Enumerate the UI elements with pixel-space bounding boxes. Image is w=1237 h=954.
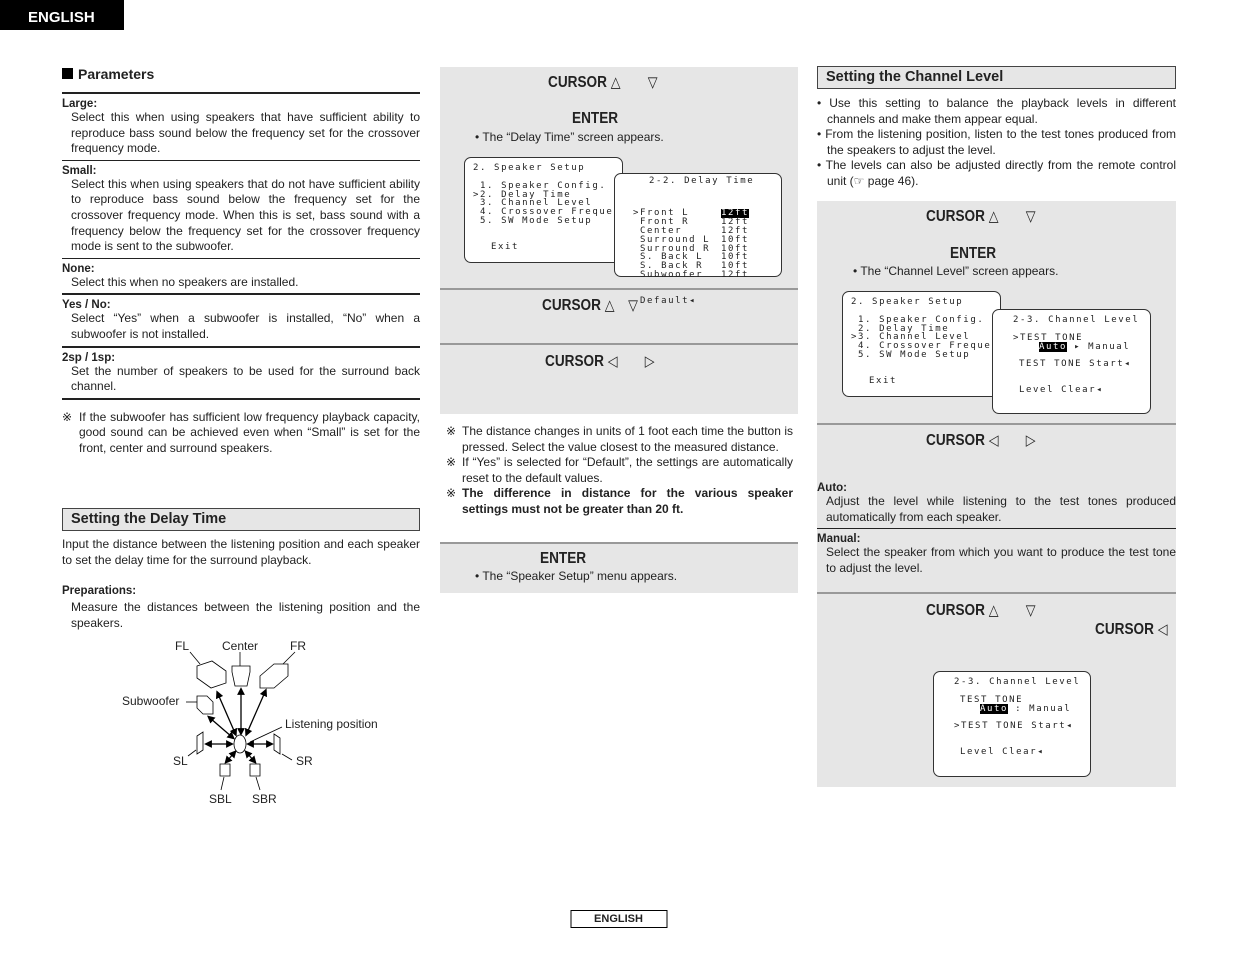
center-speaker-icon	[231, 665, 251, 687]
down-arrow-icon: ▽	[1025, 602, 1036, 619]
step4-bullet: • The “Speaker Setup” menu appears.	[475, 569, 678, 583]
label-sl: SL	[173, 754, 188, 768]
param-term: 2sp / 1sp:	[62, 351, 116, 364]
step2-cursor-key: CURSOR ◁ ▷	[926, 432, 1036, 449]
label-sr: SR	[296, 754, 313, 768]
down-arrow-icon: ▽	[628, 297, 638, 314]
osd-delay-time: 2-2. Delay Time >Front L 12ft Front R 12ft…	[614, 173, 782, 306]
down-arrow-icon: ▽	[647, 74, 658, 91]
param-term: Yes / No:	[62, 299, 111, 312]
param-term: Large:	[62, 98, 98, 110]
step4-enter-key: ENTER	[540, 550, 587, 567]
step1-bullet: • The “Channel Level” screen appears.	[853, 264, 1059, 278]
label-center: Center	[222, 639, 259, 653]
auto-manual-definitions: Auto: Adjust the level while listening t…	[817, 482, 1176, 575]
preparations-heading: Preparations:	[62, 585, 137, 597]
sbr-speaker-icon	[249, 763, 261, 777]
note: ※ If the subwoofer has sufficient low fre…	[62, 409, 420, 455]
step1-enter-key: ENTER	[950, 245, 997, 262]
param-desc: Set the number of speakers to be used fo…	[71, 363, 420, 394]
up-arrow-icon: △	[988, 208, 999, 225]
left-arrow-icon: ◁	[1157, 621, 1168, 638]
param-term: Small:	[62, 164, 97, 177]
label-sbr: SBR	[252, 792, 277, 806]
right-arrow-icon: ▷	[1025, 432, 1036, 449]
delay-intro: Input the distance between the listening…	[62, 537, 420, 567]
footer-language-label: ENGLISH	[570, 910, 667, 928]
param-desc: Select “Yes” when a subwoofer is install…	[71, 311, 420, 341]
fr-speaker-icon	[259, 663, 289, 689]
step1-enter-key: ENTER	[572, 110, 619, 127]
delay-notes: ※ The distance changes in units of 1 foot…	[446, 424, 793, 516]
fl-speaker-icon	[196, 660, 227, 689]
step3-cursor-left-key: CURSOR ◁	[1095, 621, 1168, 638]
language-tab: ENGLISH	[0, 0, 124, 30]
delay-row: Subwoofer 12ft	[633, 269, 750, 280]
note-text: If “Yes” is selected for “Default”, the …	[462, 455, 793, 485]
param-desc: Select this when using speakers that hav…	[71, 110, 420, 156]
label-fl: FL	[175, 639, 190, 653]
up-arrow-icon: △	[988, 602, 999, 619]
subwoofer-icon	[196, 695, 214, 715]
parameters-heading: Parameters	[62, 66, 420, 82]
label-listening-position: Listening position	[285, 717, 378, 731]
param-desc: Select this when using speakers that do …	[71, 176, 420, 254]
step3-cursor-key: CURSOR ◁ ▷	[545, 353, 655, 370]
right-arrow-icon: ▷	[644, 353, 655, 370]
label-fr: FR	[290, 639, 306, 653]
note-text: The distance changes in units of 1 foot …	[462, 424, 793, 454]
osd-speaker-setup: 2. Speaker Setup 1. Speaker Config. 2. D…	[842, 291, 1011, 397]
up-arrow-icon: △	[604, 297, 615, 314]
param-desc: Select this when no speakers are install…	[71, 274, 299, 289]
listener-icon	[233, 734, 247, 754]
step3-cursor-key: CURSOR △ ▽	[926, 602, 1036, 619]
sr-speaker-icon	[273, 733, 281, 755]
label-subwoofer: Subwoofer	[122, 694, 180, 708]
left-arrow-icon: ◁	[988, 432, 999, 449]
left-column: Parameters Large: Select this when using…	[62, 66, 420, 457]
osd-channel-level: 2-3. Channel Level >TEST TONE Auto ▸ Manua…	[992, 309, 1151, 414]
osd-speaker-setup: 2. Speaker Setup 1. Speaker Config. >2. D…	[464, 157, 633, 263]
step2-cursor-key: CURSOR △ ▽	[542, 297, 638, 314]
osd-channel-level-start: 2-3. Channel Level TEST TONE Auto : Manual…	[933, 671, 1091, 777]
step1-bullet: • The “Delay Time” screen appears.	[475, 130, 664, 144]
left-arrow-icon: ◁	[607, 353, 618, 370]
square-bullet-icon	[62, 68, 73, 79]
step1-cursor-key: CURSOR △ ▽	[548, 74, 658, 91]
param-term: None:	[62, 262, 95, 275]
step1-cursor-key: CURSOR △ ▽	[926, 208, 1036, 225]
channel-level-heading: Setting the Channel Level	[817, 66, 1176, 89]
preparations-text: Measure the distances between the listen…	[71, 600, 420, 630]
sbl-speaker-icon	[219, 763, 231, 777]
label-sbl: SBL	[209, 792, 232, 806]
down-arrow-icon: ▽	[1025, 208, 1036, 225]
channel-level-bullets: • Use this setting to balance the playba…	[817, 96, 1176, 188]
up-arrow-icon: △	[610, 74, 621, 91]
speaker-layout-diagram: FL Center FR Subwoofer Listening positio…	[100, 636, 400, 811]
note-text-bold: The difference in distance for the vario…	[462, 486, 793, 516]
sl-speaker-icon	[196, 731, 204, 755]
delay-time-heading: Setting the Delay Time	[62, 508, 420, 531]
